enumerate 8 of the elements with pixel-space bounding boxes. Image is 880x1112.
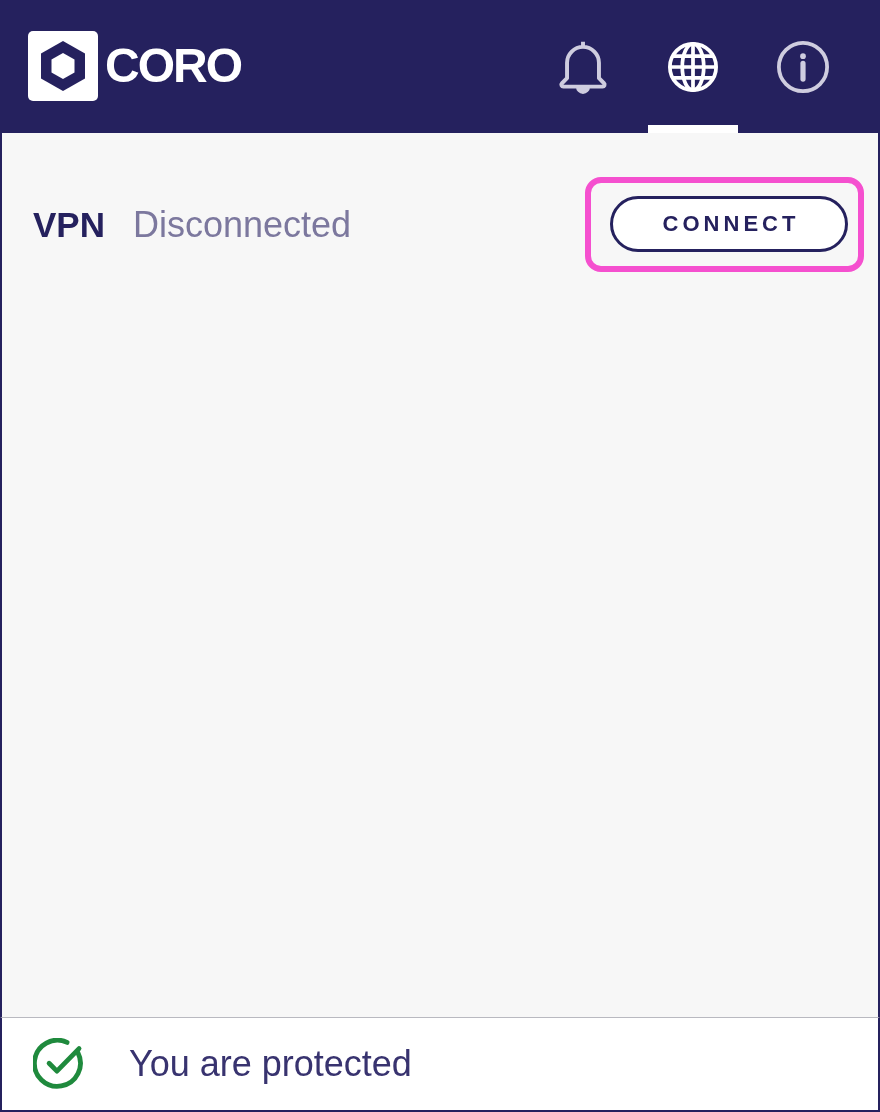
- vpn-status: Disconnected: [132, 203, 352, 246]
- globe-icon: [668, 41, 718, 92]
- info-icon: [777, 40, 829, 93]
- logo-text: CORO: [105, 41, 241, 90]
- hexagon-logo-icon: [28, 30, 98, 101]
- connect-button[interactable]: CONNECT: [610, 196, 848, 252]
- status-text: You are protected: [129, 1043, 412, 1085]
- vpn-label: VPN: [33, 204, 105, 245]
